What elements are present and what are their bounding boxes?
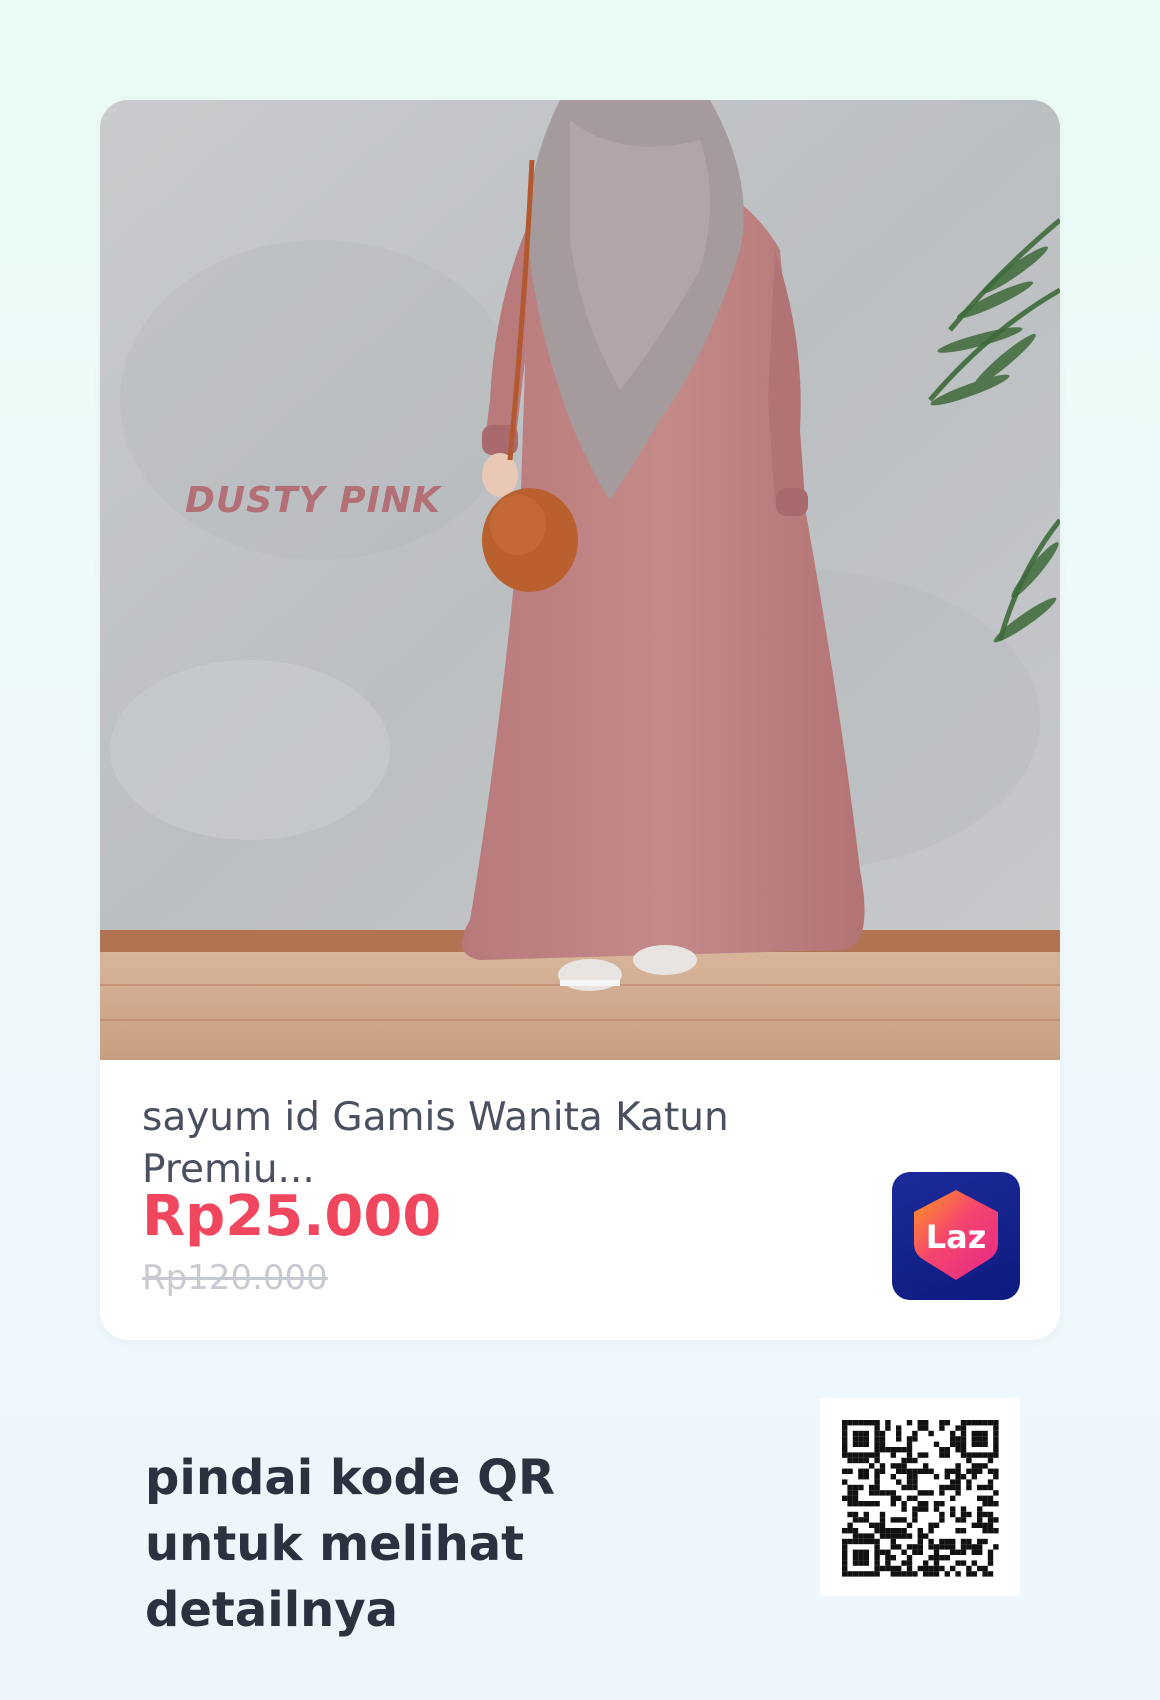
product-info: sayum id Gamis Wanita Katun Premiu... Rp… bbox=[100, 1060, 1060, 1340]
qr-code-icon bbox=[842, 1420, 999, 1577]
product-card[interactable]: DUSTY PINK sayum id Gamis Wanita Katun P… bbox=[100, 100, 1060, 1340]
lazada-logo-text: Laz bbox=[925, 1218, 987, 1256]
product-photo-illustration bbox=[100, 100, 1060, 1060]
product-title[interactable]: sayum id Gamis Wanita Katun Premiu... bbox=[142, 1092, 842, 1196]
lazada-logo: Laz bbox=[892, 1172, 1020, 1300]
qr-code[interactable] bbox=[820, 1398, 1020, 1596]
scan-qr-instruction: pindai kode QR untuk melihat detailnya bbox=[145, 1450, 555, 1638]
color-variant-label: DUSTY PINK bbox=[185, 480, 442, 521]
product-image[interactable]: DUSTY PINK bbox=[100, 100, 1060, 1060]
original-price: Rp120.000 bbox=[142, 1258, 328, 1298]
current-price: Rp25.000 bbox=[142, 1184, 442, 1249]
